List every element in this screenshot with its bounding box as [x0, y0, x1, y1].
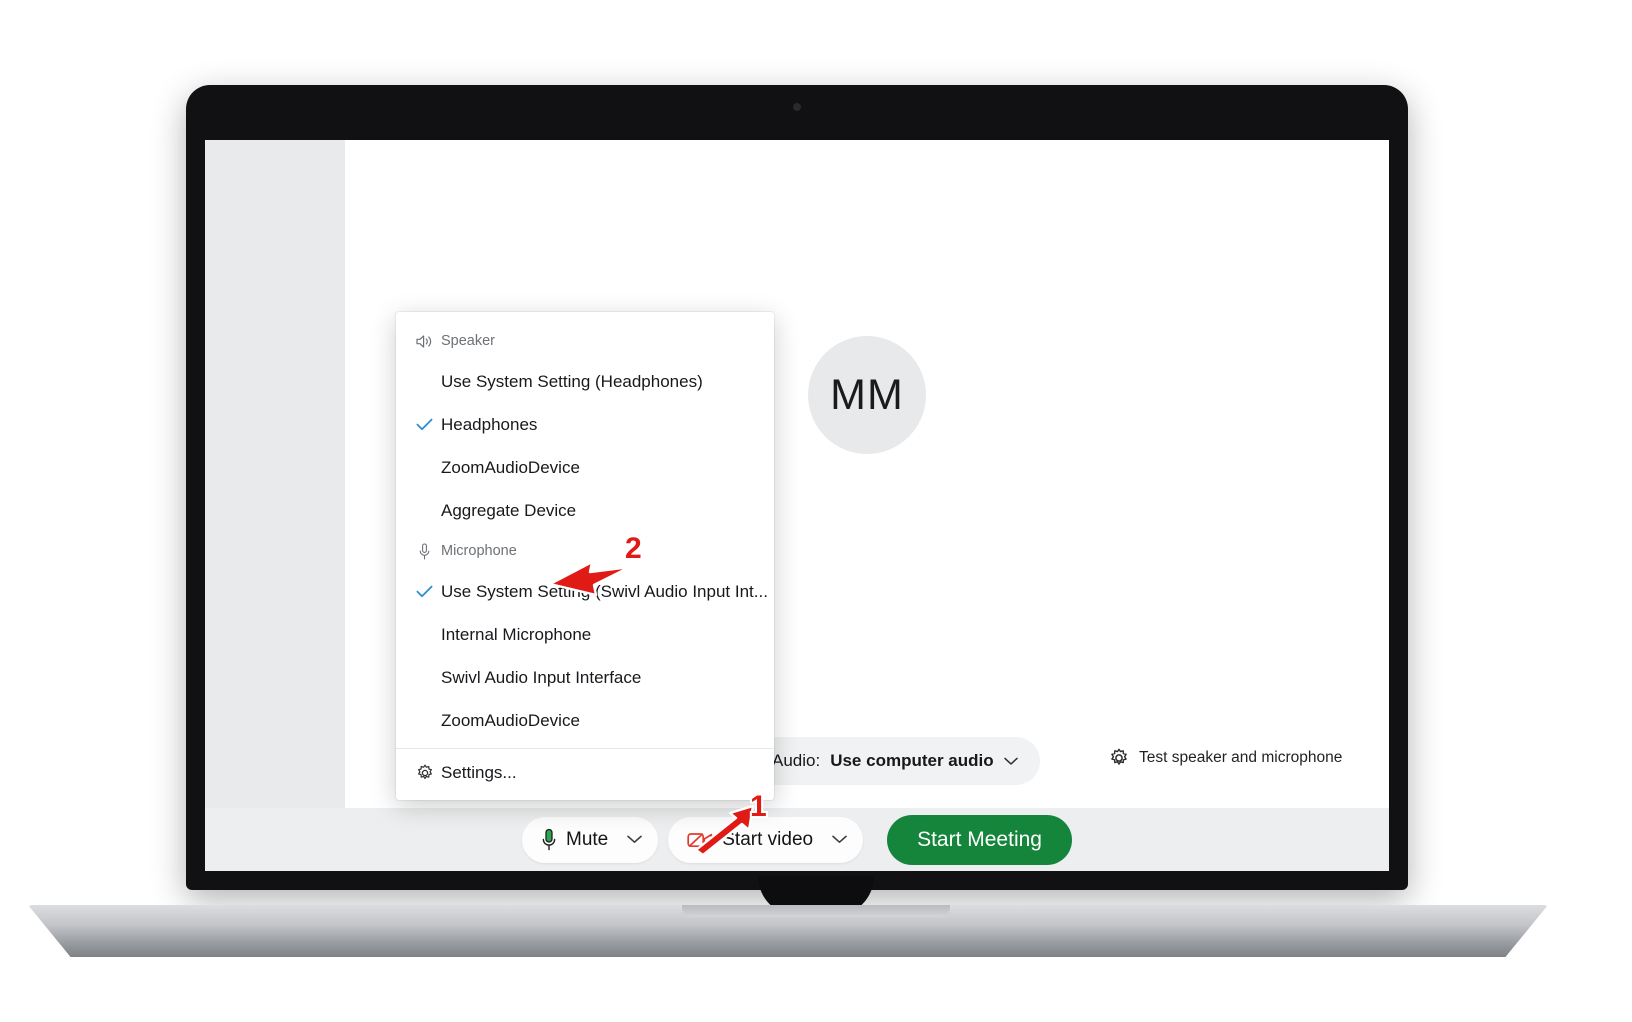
- avatar: MM: [808, 336, 926, 454]
- audio-status-label: Audio:: [772, 751, 821, 770]
- microphone-icon: [541, 828, 557, 852]
- audio-status-value: Use computer audio: [830, 751, 994, 770]
- settings-menu-item[interactable]: Settings...: [396, 751, 774, 794]
- microphone-option-3[interactable]: ZoomAudioDevice: [396, 699, 774, 742]
- speaker-option-label: Use System Setting (Headphones): [441, 371, 703, 391]
- mute-options-chevron[interactable]: [623, 817, 658, 863]
- start-video-button[interactable]: Start video: [668, 817, 828, 863]
- speaker-option-label: ZoomAudioDevice: [441, 457, 580, 477]
- menu-divider: [396, 748, 774, 749]
- speaker-icon: [408, 334, 441, 349]
- speaker-option-label: Aggregate Device: [441, 500, 577, 520]
- microphone-option-0[interactable]: Use System Setting (Swivl Audio Input In…: [396, 570, 774, 613]
- avatar-initials: MM: [830, 370, 904, 419]
- test-audio-label: Test speaker and microphone: [1139, 749, 1343, 766]
- speaker-group-label: Speaker: [441, 333, 496, 349]
- laptop-camera-icon: [793, 103, 801, 111]
- settings-label: Settings...: [441, 762, 517, 782]
- check-icon: [408, 585, 441, 598]
- speaker-option-1[interactable]: Headphones: [396, 403, 774, 446]
- microphone-option-1[interactable]: Internal Microphone: [396, 613, 774, 656]
- microphone-group-header: Microphone: [396, 532, 774, 570]
- speaker-option-0[interactable]: Use System Setting (Headphones): [396, 360, 774, 403]
- laptop-lid: MM Audio: Use computer audio Test speake…: [186, 85, 1408, 890]
- camera-off-icon: [687, 830, 713, 850]
- meeting-bottom-toolbar: Mute Start video Start Meeting: [205, 808, 1389, 871]
- zoom-app-window: MM Audio: Use computer audio Test speake…: [205, 140, 1389, 871]
- speaker-option-2[interactable]: ZoomAudioDevice: [396, 446, 774, 489]
- chevron-down-icon: [1003, 757, 1018, 766]
- speaker-option-3[interactable]: Aggregate Device: [396, 489, 774, 532]
- test-speaker-and-microphone-button[interactable]: Test speaker and microphone: [1109, 748, 1342, 768]
- laptop-screen: MM Audio: Use computer audio Test speake…: [205, 140, 1389, 871]
- speaker-group-header: Speaker: [396, 322, 774, 360]
- gear-icon: [1109, 748, 1129, 768]
- microphone-option-2[interactable]: Swivl Audio Input Interface: [396, 656, 774, 699]
- start-video-button-group: Start video: [668, 816, 864, 863]
- microphone-option-label: ZoomAudioDevice: [441, 710, 580, 730]
- gear-icon: [408, 764, 441, 782]
- microphone-option-label: Internal Microphone: [441, 624, 592, 644]
- chevron-down-icon: [627, 835, 643, 844]
- microphone-option-label: Swivl Audio Input Interface: [441, 667, 642, 687]
- laptop-base-notch: [682, 905, 950, 917]
- speaker-option-label: Headphones: [441, 414, 538, 434]
- laptop-mockup: MM Audio: Use computer audio Test speake…: [0, 0, 1632, 1022]
- start-video-label: Start video: [722, 828, 814, 850]
- mute-button[interactable]: Mute: [522, 817, 623, 863]
- start-meeting-button[interactable]: Start Meeting: [887, 814, 1072, 865]
- microphone-icon: [408, 542, 441, 560]
- microphone-option-label: Use System Setting (Swivl Audio Input In…: [441, 581, 768, 601]
- microphone-group-label: Microphone: [441, 543, 517, 559]
- check-icon: [408, 418, 441, 431]
- start-video-options-chevron[interactable]: [828, 817, 863, 863]
- audio-device-dropdown-menu: Speaker Use System Setting (Headphones) …: [396, 312, 774, 800]
- app-sidebar-panel: [205, 140, 345, 871]
- chevron-down-icon: [832, 835, 847, 844]
- mute-button-group: Mute: [522, 816, 659, 863]
- mute-label: Mute: [566, 828, 609, 850]
